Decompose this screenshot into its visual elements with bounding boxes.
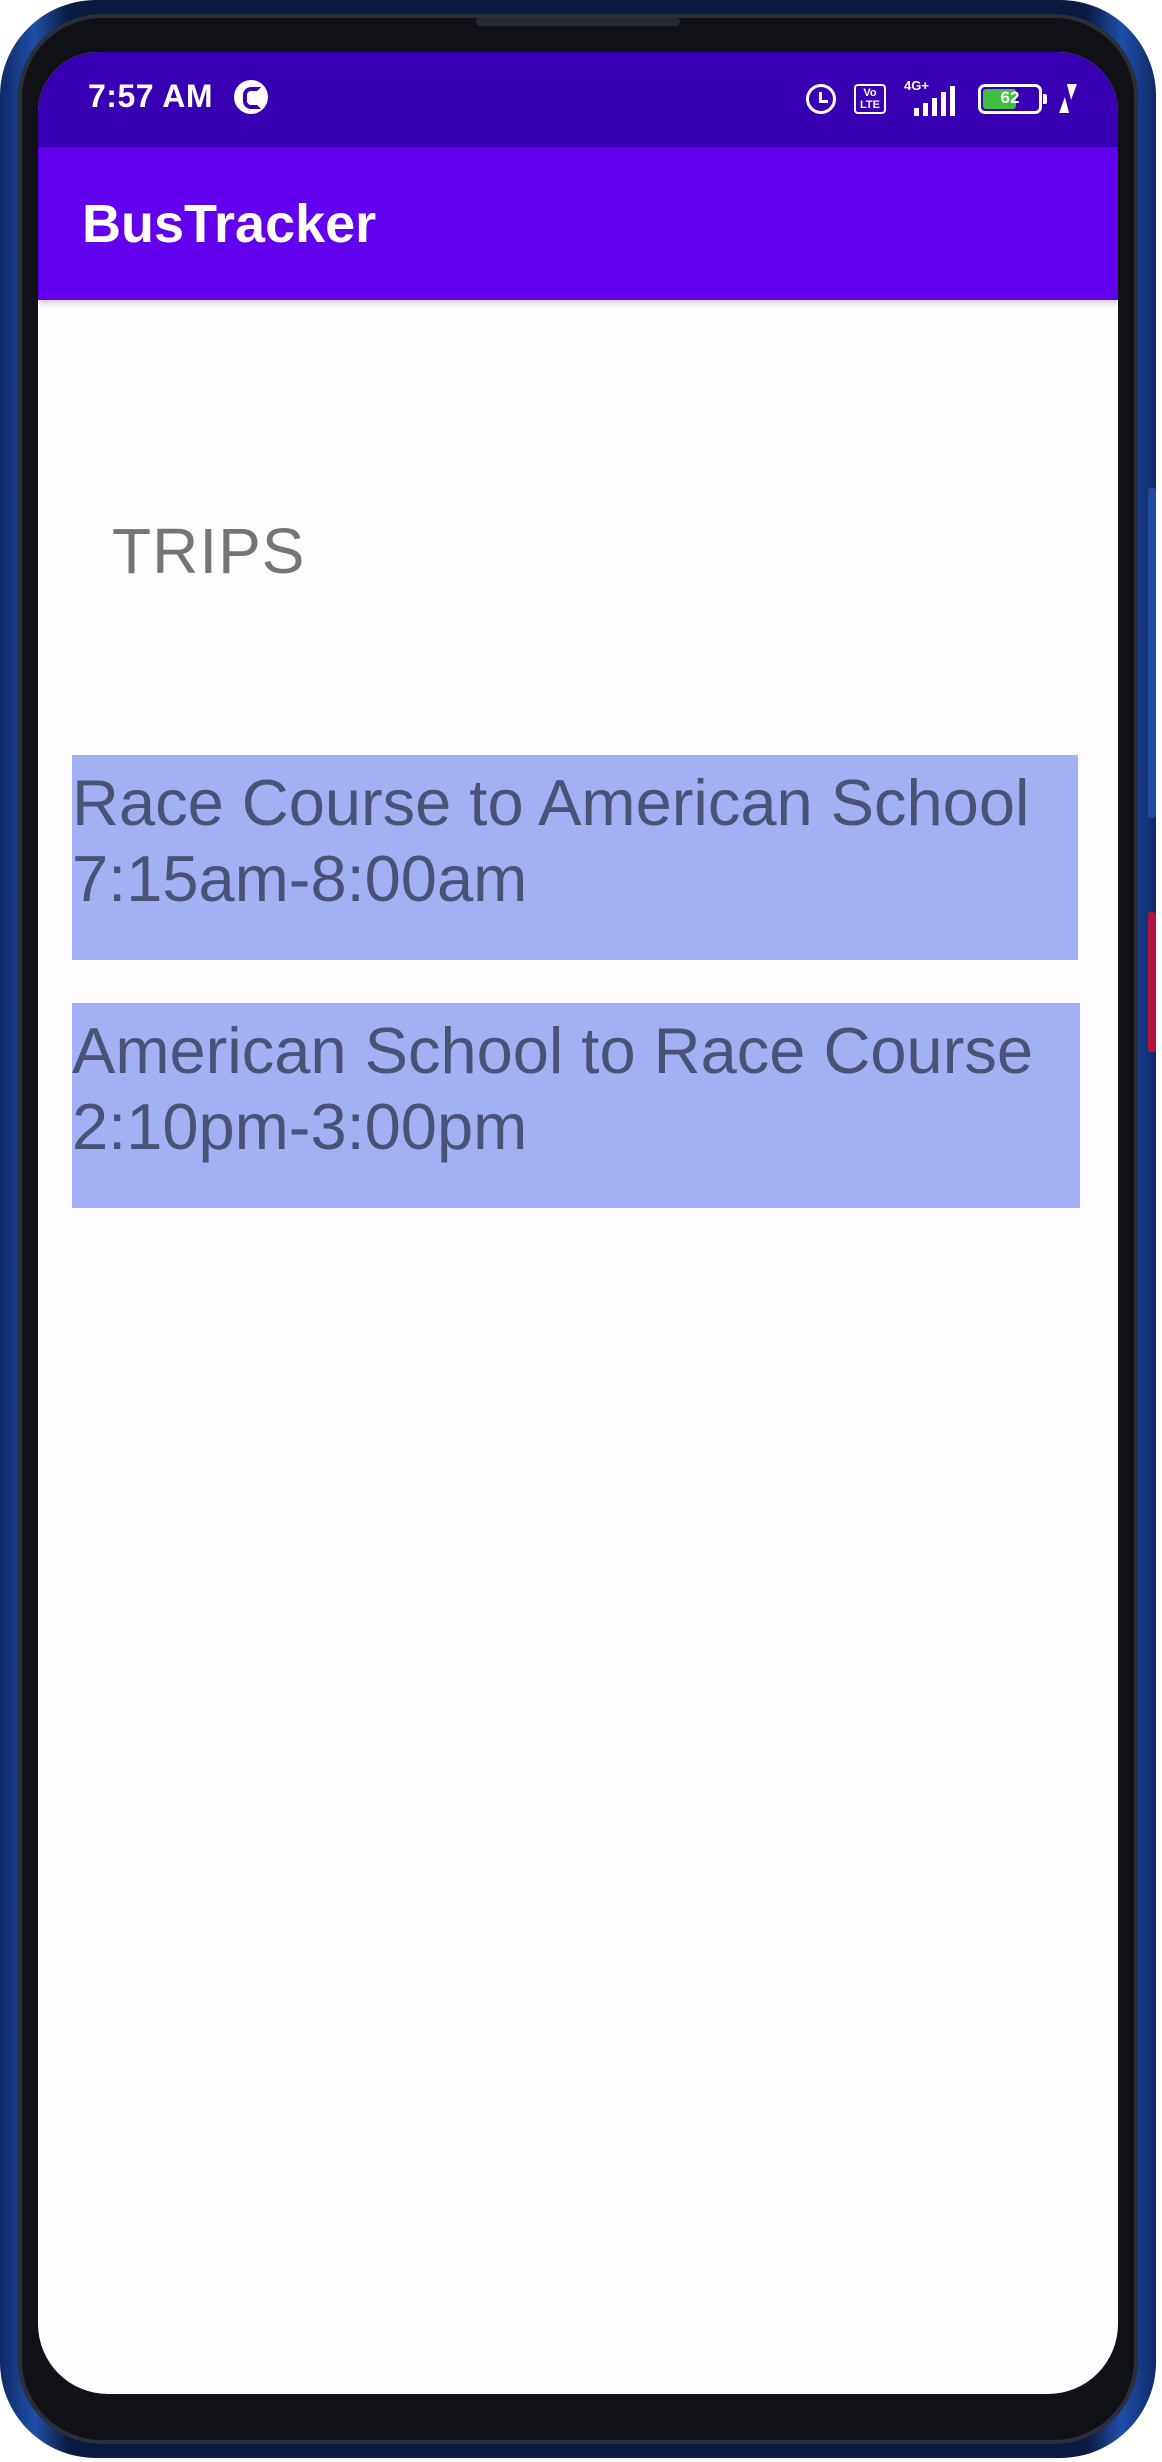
network-type-label: 4G+ — [904, 78, 929, 93]
volte-icon: Vo LTE — [854, 84, 886, 114]
signal-bar — [941, 92, 946, 116]
signal-bar — [950, 86, 955, 116]
screen: 7:57 AM Vo LTE 4G+ 62 BusTracker TRIPS R… — [38, 52, 1118, 2394]
trip-route: American School to Race Course — [72, 1014, 1034, 1087]
trip-time: 7:15am-8:00am — [72, 842, 528, 915]
app-title: BusTracker — [82, 194, 377, 254]
volume-button — [1148, 488, 1156, 818]
trip-time: 2:10pm-3:00pm — [72, 1090, 528, 1163]
app-notification-icon — [234, 80, 268, 114]
signal-icon: 4G+ — [904, 78, 960, 116]
status-bar: 7:57 AM Vo LTE 4G+ 62 — [38, 52, 1118, 147]
signal-bar — [932, 98, 937, 116]
trip-item[interactable]: American School to Race Course 2:10pm-3:… — [72, 1003, 1080, 1208]
signal-bar — [923, 103, 928, 116]
battery-level: 62 — [1000, 88, 1020, 107]
earpiece-slot — [476, 18, 680, 26]
alarm-icon — [806, 84, 836, 114]
status-time: 7:57 AM — [88, 78, 214, 114]
status-icons: Vo LTE 4G+ 62 — [806, 74, 1078, 124]
page: 7:57 AM Vo LTE 4G+ 62 BusTracker TRIPS R… — [0, 0, 1162, 2462]
signal-bar — [914, 108, 919, 116]
trip-route: Race Course to American School — [72, 766, 1030, 839]
phone-frame: 7:57 AM Vo LTE 4G+ 62 BusTracker TRIPS R… — [0, 0, 1156, 2458]
power-button — [1148, 912, 1156, 1052]
battery-icon: 62 — [978, 84, 1047, 114]
trips-heading: TRIPS — [112, 515, 306, 587]
app-bar: BusTracker — [38, 147, 1118, 300]
charging-icon — [1060, 84, 1078, 114]
trip-item[interactable]: Race Course to American School 7:15am-8:… — [72, 755, 1078, 960]
